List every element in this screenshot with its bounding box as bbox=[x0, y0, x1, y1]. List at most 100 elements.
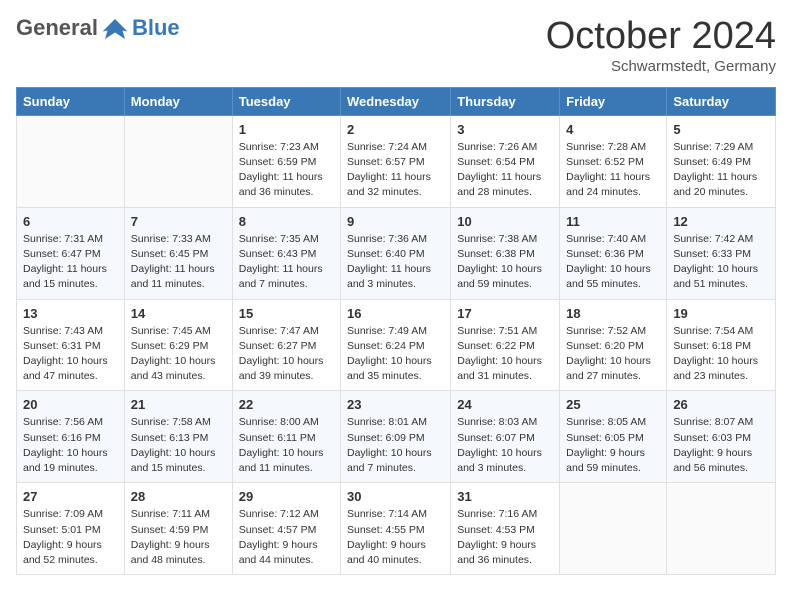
calendar-day-cell: 29 Sunrise: 7:12 AM Sunset: 4:57 PM Dayli… bbox=[232, 483, 340, 575]
calendar-day-cell: 7Sunrise: 7:33 AM Sunset: 6:45 PM Daylig… bbox=[124, 207, 232, 299]
weekday-header-cell: Tuesday bbox=[232, 87, 340, 115]
day-number: 8 bbox=[239, 214, 334, 229]
day-number: 23 bbox=[347, 397, 444, 412]
day-number: 9 bbox=[347, 214, 444, 229]
calendar-day-cell: 6 Sunrise: 7:31 AM Sunset: 6:47 PM Daylig… bbox=[17, 207, 125, 299]
day-number: 24 bbox=[457, 397, 553, 412]
calendar-day-cell: 14 Sunrise: 7:45 AM Sunset: 6:29 PM Dayli… bbox=[124, 299, 232, 391]
day-number: 18 bbox=[566, 306, 660, 321]
calendar-day-cell: 25 Sunrise: 8:05 AM Sunset: 6:05 PM Dayli… bbox=[560, 391, 667, 483]
calendar-day-cell bbox=[17, 115, 125, 207]
day-info: Sunrise: 7:51 AM Sunset: 6:22 PM Dayligh… bbox=[457, 324, 553, 385]
weekday-header-cell: Wednesday bbox=[341, 87, 451, 115]
day-number: 26 bbox=[673, 397, 769, 412]
day-info: Sunrise: 7:45 AM Sunset: 6:29 PM Dayligh… bbox=[131, 324, 226, 385]
day-info: Sunrise: 7:24 AM Sunset: 6:57 PM Dayligh… bbox=[347, 140, 444, 201]
day-info: Sunrise: 7:54 AM Sunset: 6:18 PM Dayligh… bbox=[673, 324, 769, 385]
day-number: 29 bbox=[239, 489, 334, 504]
day-info: Sunrise: 8:01 AM Sunset: 6:09 PM Dayligh… bbox=[347, 415, 444, 476]
day-number: 11 bbox=[566, 214, 660, 229]
day-info: Sunrise: 7:23 AM Sunset: 6:59 PM Dayligh… bbox=[239, 140, 334, 201]
calendar-day-cell: 20Sunrise: 7:56 AM Sunset: 6:16 PM Dayli… bbox=[17, 391, 125, 483]
day-info: Sunrise: 8:05 AM Sunset: 6:05 PM Dayligh… bbox=[566, 415, 660, 476]
calendar-day-cell bbox=[667, 483, 776, 575]
weekday-header-cell: Saturday bbox=[667, 87, 776, 115]
calendar-day-cell: 30 Sunrise: 7:14 AM Sunset: 4:55 PM Dayli… bbox=[341, 483, 451, 575]
day-info: Sunrise: 7:52 AM Sunset: 6:20 PM Dayligh… bbox=[566, 324, 660, 385]
calendar-day-cell: 22 Sunrise: 8:00 AM Sunset: 6:11 PM Dayli… bbox=[232, 391, 340, 483]
calendar-day-cell: 3 Sunrise: 7:26 AM Sunset: 6:54 PM Daylig… bbox=[451, 115, 560, 207]
calendar-day-cell: 5Sunrise: 7:29 AM Sunset: 6:49 PM Daylig… bbox=[667, 115, 776, 207]
day-number: 3 bbox=[457, 122, 553, 137]
logo-bird-icon bbox=[100, 16, 130, 42]
day-number: 16 bbox=[347, 306, 444, 321]
calendar-day-cell: 23 Sunrise: 8:01 AM Sunset: 6:09 PM Dayli… bbox=[341, 391, 451, 483]
calendar-day-cell: 9 Sunrise: 7:36 AM Sunset: 6:40 PM Daylig… bbox=[341, 207, 451, 299]
calendar-day-cell: 31Sunrise: 7:16 AM Sunset: 4:53 PM Dayli… bbox=[451, 483, 560, 575]
day-info: Sunrise: 7:42 AM Sunset: 6:33 PM Dayligh… bbox=[673, 232, 769, 293]
calendar-day-cell: 10Sunrise: 7:38 AM Sunset: 6:38 PM Dayli… bbox=[451, 207, 560, 299]
calendar-day-cell: 28Sunrise: 7:11 AM Sunset: 4:59 PM Dayli… bbox=[124, 483, 232, 575]
calendar-day-cell: 12 Sunrise: 7:42 AM Sunset: 6:33 PM Dayli… bbox=[667, 207, 776, 299]
title-block: October 2024 Schwarmstedt, Germany bbox=[546, 16, 776, 75]
weekday-header-cell: Monday bbox=[124, 87, 232, 115]
day-info: Sunrise: 7:36 AM Sunset: 6:40 PM Dayligh… bbox=[347, 232, 444, 293]
day-info: Sunrise: 7:58 AM Sunset: 6:13 PM Dayligh… bbox=[131, 415, 226, 476]
day-info: Sunrise: 7:09 AM Sunset: 5:01 PM Dayligh… bbox=[23, 507, 118, 568]
month-title: October 2024 bbox=[546, 16, 776, 58]
day-number: 30 bbox=[347, 489, 444, 504]
day-number: 25 bbox=[566, 397, 660, 412]
calendar-day-cell bbox=[124, 115, 232, 207]
weekday-header-cell: Sunday bbox=[17, 87, 125, 115]
weekday-header-row: SundayMondayTuesdayWednesdayThursdayFrid… bbox=[17, 87, 776, 115]
day-info: Sunrise: 8:03 AM Sunset: 6:07 PM Dayligh… bbox=[457, 415, 553, 476]
day-number: 14 bbox=[131, 306, 226, 321]
day-number: 21 bbox=[131, 397, 226, 412]
calendar-day-cell: 17 Sunrise: 7:51 AM Sunset: 6:22 PM Dayli… bbox=[451, 299, 560, 391]
calendar-day-cell: 8 Sunrise: 7:35 AM Sunset: 6:43 PM Daylig… bbox=[232, 207, 340, 299]
day-number: 12 bbox=[673, 214, 769, 229]
day-info: Sunrise: 7:40 AM Sunset: 6:36 PM Dayligh… bbox=[566, 232, 660, 293]
weekday-header-cell: Thursday bbox=[451, 87, 560, 115]
day-info: Sunrise: 7:35 AM Sunset: 6:43 PM Dayligh… bbox=[239, 232, 334, 293]
calendar-day-cell: 16 Sunrise: 7:49 AM Sunset: 6:24 PM Dayli… bbox=[341, 299, 451, 391]
day-info: Sunrise: 7:28 AM Sunset: 6:52 PM Dayligh… bbox=[566, 140, 660, 201]
day-info: Sunrise: 7:56 AM Sunset: 6:16 PM Dayligh… bbox=[23, 415, 118, 476]
calendar-day-cell: 19Sunrise: 7:54 AM Sunset: 6:18 PM Dayli… bbox=[667, 299, 776, 391]
day-number: 4 bbox=[566, 122, 660, 137]
day-number: 10 bbox=[457, 214, 553, 229]
day-number: 27 bbox=[23, 489, 118, 504]
logo: General Blue bbox=[16, 16, 180, 42]
day-number: 22 bbox=[239, 397, 334, 412]
calendar-week-row: 27 Sunrise: 7:09 AM Sunset: 5:01 PM Dayli… bbox=[17, 483, 776, 575]
day-number: 1 bbox=[239, 122, 334, 137]
calendar-week-row: 20Sunrise: 7:56 AM Sunset: 6:16 PM Dayli… bbox=[17, 391, 776, 483]
day-info: Sunrise: 8:00 AM Sunset: 6:11 PM Dayligh… bbox=[239, 415, 334, 476]
day-number: 28 bbox=[131, 489, 226, 504]
day-number: 13 bbox=[23, 306, 118, 321]
day-number: 6 bbox=[23, 214, 118, 229]
calendar-day-cell: 24 Sunrise: 8:03 AM Sunset: 6:07 PM Dayli… bbox=[451, 391, 560, 483]
calendar-day-cell: 15Sunrise: 7:47 AM Sunset: 6:27 PM Dayli… bbox=[232, 299, 340, 391]
day-number: 15 bbox=[239, 306, 334, 321]
day-info: Sunrise: 8:07 AM Sunset: 6:03 PM Dayligh… bbox=[673, 415, 769, 476]
calendar-day-cell: 1 Sunrise: 7:23 AM Sunset: 6:59 PM Daylig… bbox=[232, 115, 340, 207]
day-info: Sunrise: 7:49 AM Sunset: 6:24 PM Dayligh… bbox=[347, 324, 444, 385]
day-number: 2 bbox=[347, 122, 444, 137]
calendar-day-cell: 13Sunrise: 7:43 AM Sunset: 6:31 PM Dayli… bbox=[17, 299, 125, 391]
logo-text-general: General bbox=[16, 15, 98, 40]
weekday-header-cell: Friday bbox=[560, 87, 667, 115]
logo-text-blue: Blue bbox=[132, 15, 180, 41]
day-number: 31 bbox=[457, 489, 553, 504]
calendar-day-cell: 11 Sunrise: 7:40 AM Sunset: 6:36 PM Dayli… bbox=[560, 207, 667, 299]
day-info: Sunrise: 7:29 AM Sunset: 6:49 PM Dayligh… bbox=[673, 140, 769, 201]
calendar-table: SundayMondayTuesdayWednesdayThursdayFrid… bbox=[16, 87, 776, 575]
calendar-day-cell: 18 Sunrise: 7:52 AM Sunset: 6:20 PM Dayli… bbox=[560, 299, 667, 391]
day-info: Sunrise: 7:12 AM Sunset: 4:57 PM Dayligh… bbox=[239, 507, 334, 568]
day-info: Sunrise: 7:26 AM Sunset: 6:54 PM Dayligh… bbox=[457, 140, 553, 201]
day-info: Sunrise: 7:14 AM Sunset: 4:55 PM Dayligh… bbox=[347, 507, 444, 568]
location: Schwarmstedt, Germany bbox=[546, 58, 776, 75]
calendar-week-row: 13Sunrise: 7:43 AM Sunset: 6:31 PM Dayli… bbox=[17, 299, 776, 391]
day-info: Sunrise: 7:31 AM Sunset: 6:47 PM Dayligh… bbox=[23, 232, 118, 293]
day-number: 17 bbox=[457, 306, 553, 321]
